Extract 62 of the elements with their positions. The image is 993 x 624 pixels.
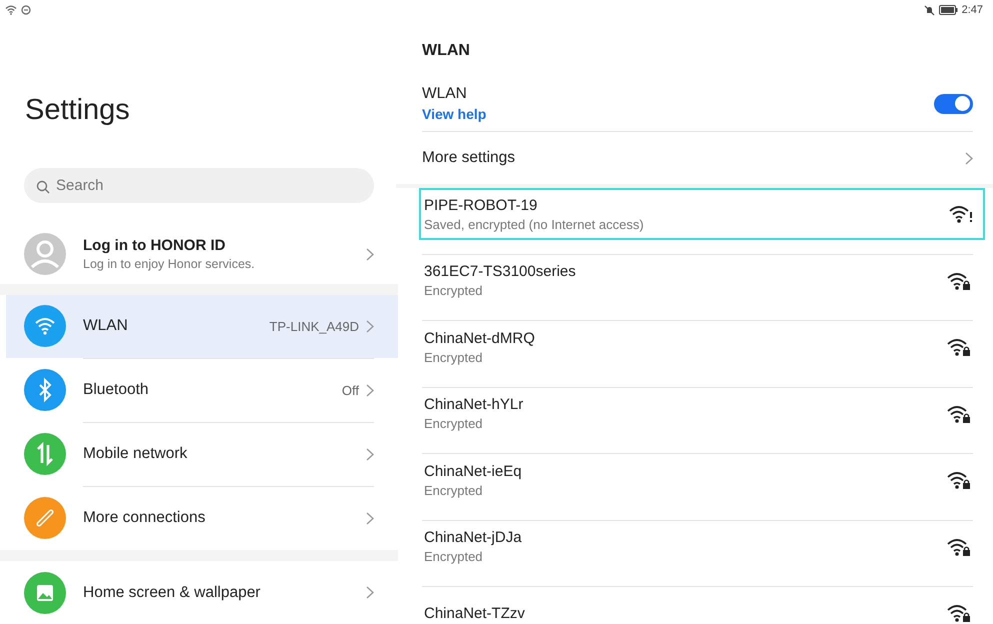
network-item[interactable]: 361EC7-TS3100series Encrypted	[419, 254, 973, 306]
network-item[interactable]: ChinaNet-jDJa Encrypted	[419, 520, 973, 572]
chevron-icon	[366, 384, 374, 397]
settings-item[interactable]: Bluetooth Off	[6, 358, 398, 422]
account-row[interactable]: Log in to HONOR ID Log in to enjoy Honor services.	[6, 225, 398, 284]
wifi-lock-icon	[947, 404, 971, 422]
chevron-icon	[366, 448, 374, 461]
network-item[interactable]: ChinaNet-dMRQ Encrypted	[419, 321, 973, 373]
network-name: ChinaNet-dMRQ	[424, 330, 536, 346]
item-label: More connections	[83, 509, 206, 528]
more-settings-label: More settings	[422, 149, 516, 167]
item-label: Home screen & wallpaper	[83, 584, 262, 602]
settings-item[interactable]: Mobile network	[6, 422, 398, 486]
network-item[interactable]: ChinaNet-TZzv	[419, 587, 973, 624]
account-title: Log in to HONOR ID	[83, 237, 226, 254]
network-item[interactable]: PIPE-ROBOT-19 Saved, encrypted (no Internet access)	[419, 188, 985, 240]
wifi-signal-icon	[5, 5, 17, 15]
wlan-label: WLAN	[422, 85, 468, 103]
item-value: TP-LINK_A49D	[269, 318, 359, 334]
chevron-icon	[965, 152, 973, 164]
battery-icon	[938, 5, 958, 15]
network-status: Encrypted	[424, 482, 484, 498]
wlan-title: WLAN	[422, 42, 471, 61]
account-subtitle: Log in to enjoy Honor services.	[83, 257, 256, 272]
item-label: WLAN	[83, 317, 129, 336]
network-status: Encrypted	[424, 350, 484, 364]
network-status: Encrypted	[424, 416, 484, 431]
network-status: Encrypted	[424, 549, 484, 564]
network-name: ChinaNet-jDJa	[424, 529, 523, 546]
network-name: 361EC7-TS3100series	[424, 263, 577, 280]
network-name: PIPE-ROBOT-19	[424, 196, 538, 214]
chevron-icon	[366, 248, 374, 261]
item-value: Off	[342, 382, 359, 398]
avatar-icon	[24, 233, 66, 276]
chevron-icon	[366, 320, 374, 333]
network-status: Saved, encrypted (no Internet access)	[424, 216, 645, 232]
settings-item[interactable]: More connections	[6, 486, 398, 550]
status-time: 2:47	[962, 4, 983, 16]
wifi-lock-icon	[947, 338, 971, 356]
wifi-lock-icon	[947, 471, 971, 489]
wifi-warning-icon	[949, 205, 973, 223]
network-item[interactable]: ChinaNet-hYLr Encrypted	[419, 388, 973, 440]
item-label: Mobile network	[83, 445, 188, 464]
settings-title: Settings	[25, 94, 131, 128]
network-name: ChinaNet-hYLr	[424, 396, 524, 413]
network-name: ChinaNet-TZzv	[424, 604, 526, 622]
wifi-lock-icon	[947, 272, 971, 290]
network-status: Encrypted	[424, 283, 484, 298]
settings-item[interactable]: Home screen & wallpaper	[6, 561, 398, 624]
bell-off-icon	[924, 4, 935, 16]
wifi-lock-icon	[947, 604, 971, 622]
wlan-switch[interactable]	[934, 94, 973, 114]
network-name: ChinaNet-ieEq	[424, 462, 523, 480]
network-item[interactable]: ChinaNet-ieEq Encrypted	[419, 454, 973, 506]
item-label: Bluetooth	[83, 381, 150, 400]
more-settings-row[interactable]: More settings	[422, 132, 973, 184]
wifi-lock-icon	[947, 538, 971, 556]
chevron-icon	[366, 586, 374, 600]
chevron-icon	[366, 512, 374, 525]
view-help-link[interactable]: View help	[422, 106, 486, 122]
search-field[interactable]: Search	[24, 168, 374, 204]
settings-item[interactable]: WLAN TP-LINK_A49D	[6, 294, 398, 358]
